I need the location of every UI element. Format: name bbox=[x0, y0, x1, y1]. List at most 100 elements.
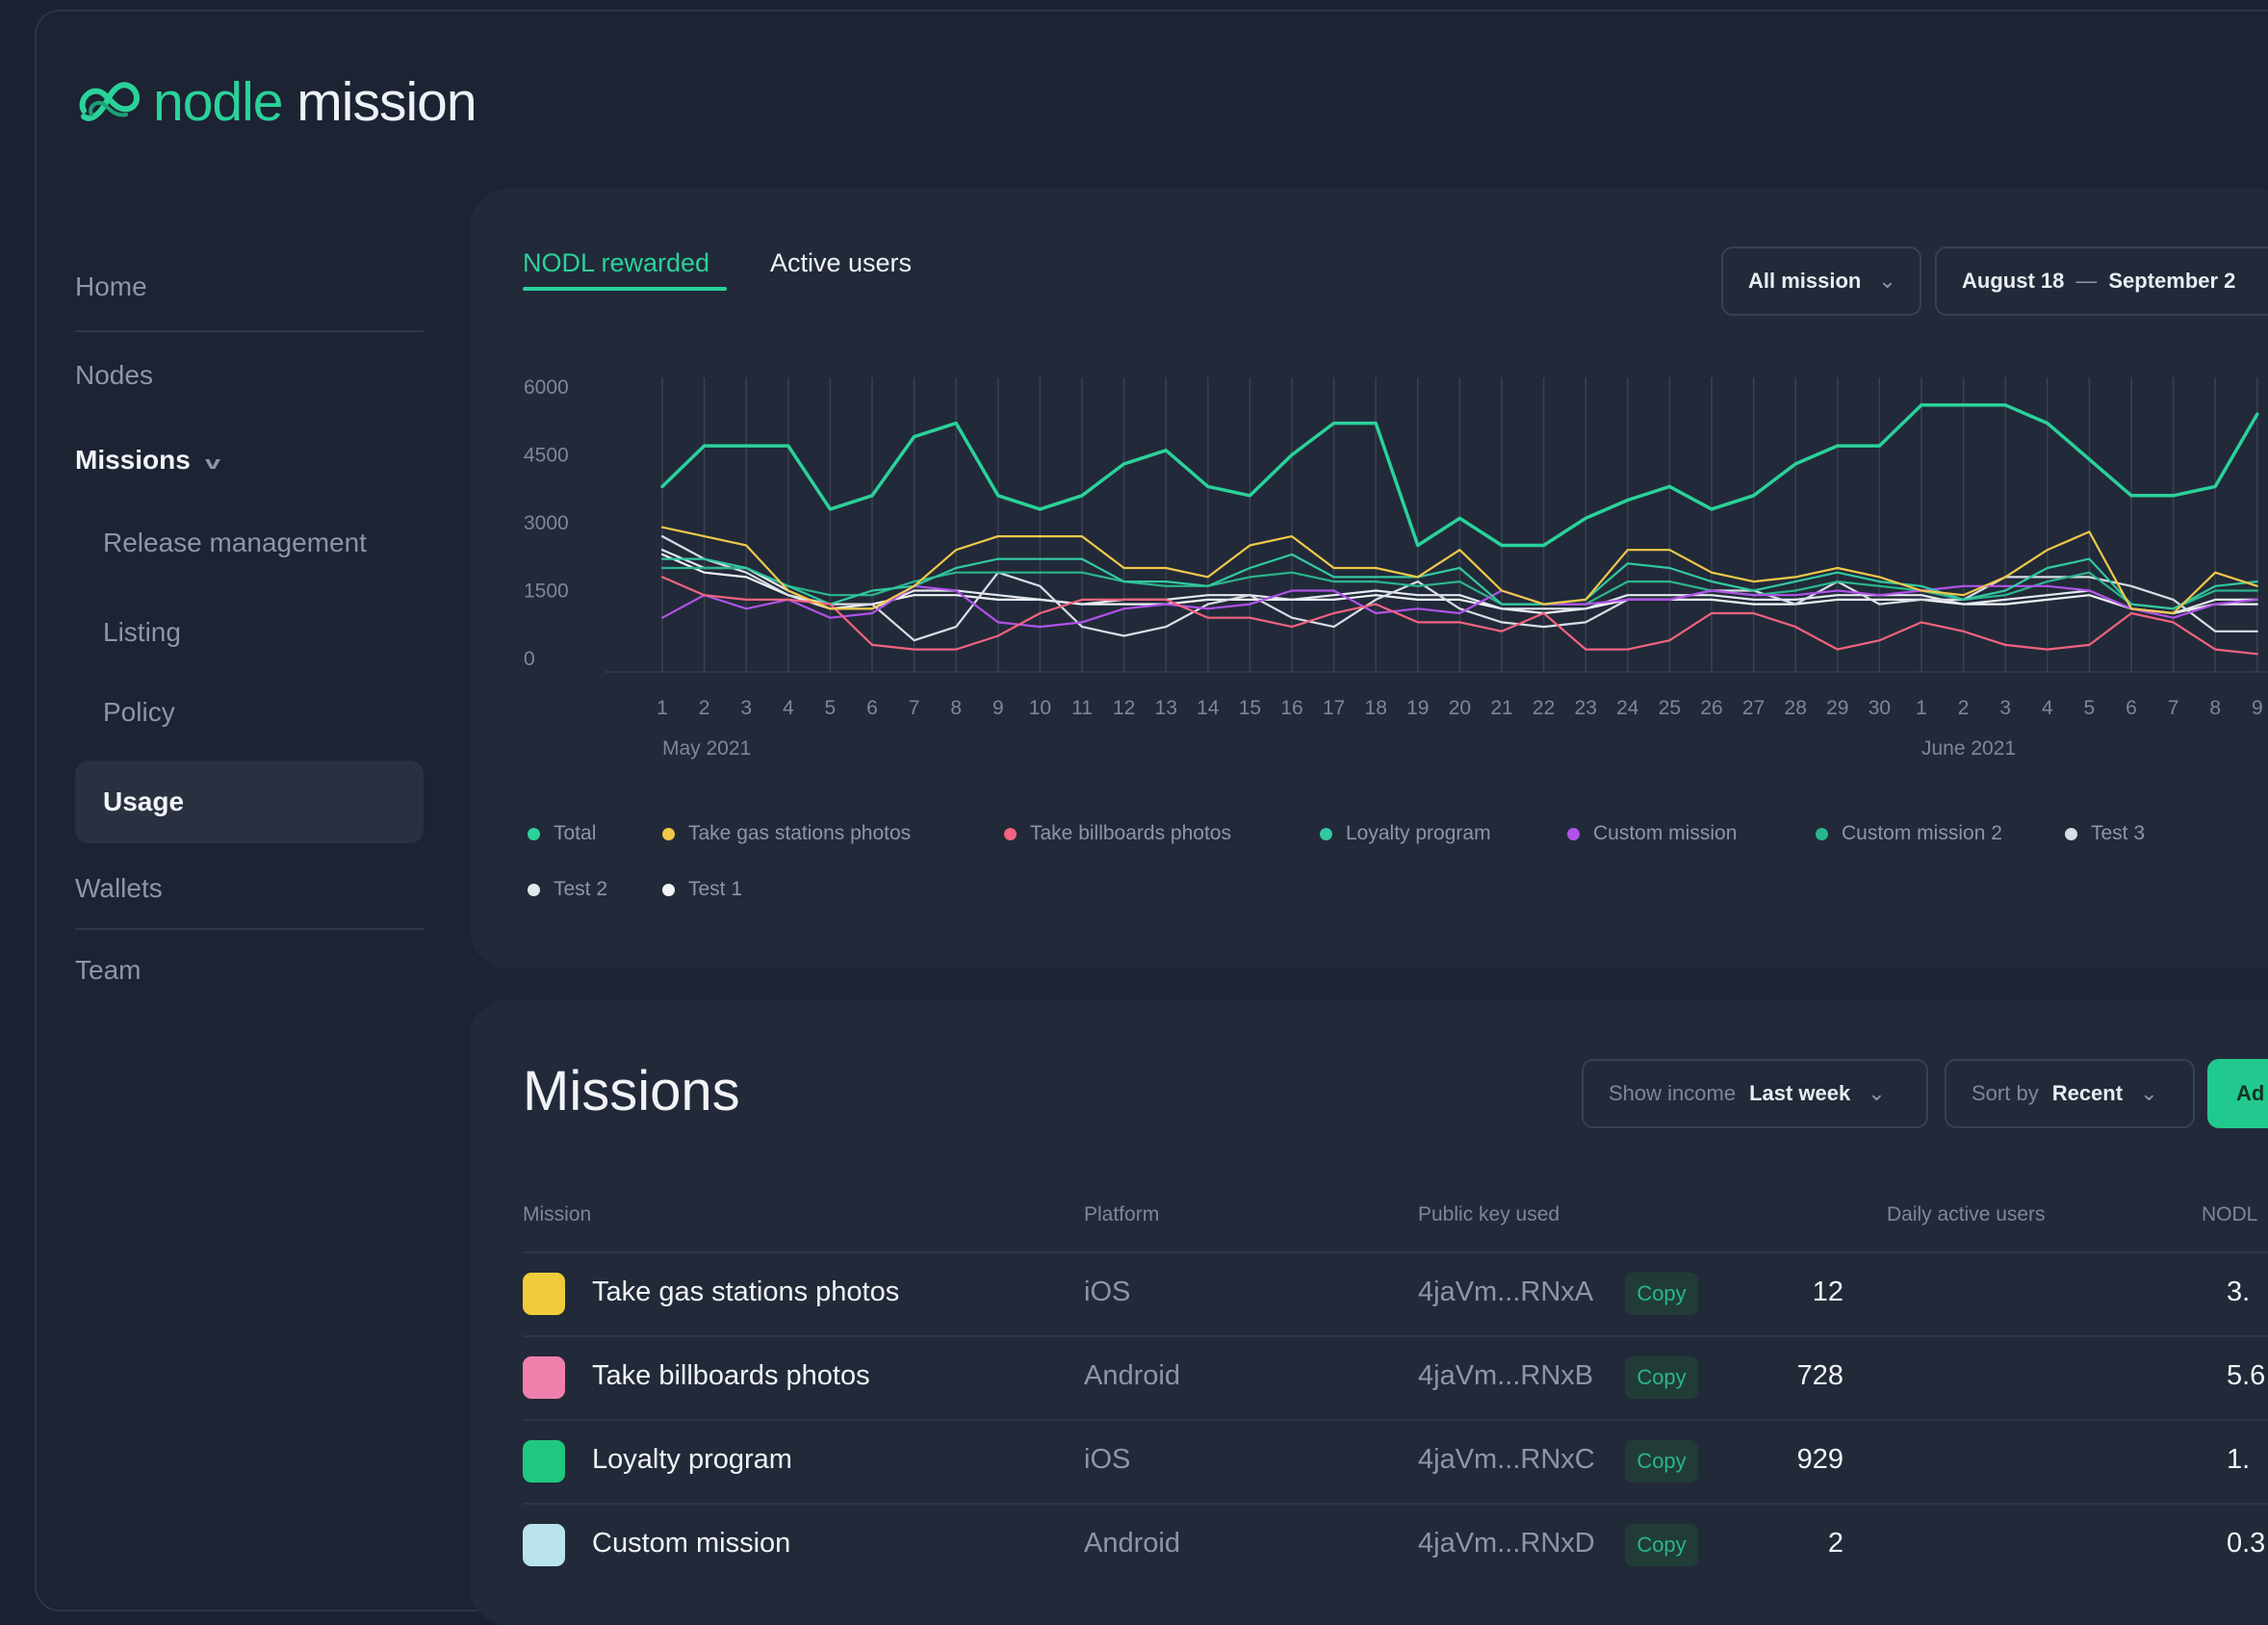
x-tick-label: 1 bbox=[1916, 697, 1927, 719]
x-tick-label: 2 bbox=[699, 697, 710, 719]
show-income-dropdown[interactable]: Show income Last week ⌄ bbox=[1582, 1059, 1928, 1128]
x-tick-label: 6 bbox=[866, 697, 878, 719]
y-tick-label: 4500 bbox=[524, 445, 569, 467]
copy-key-button[interactable]: Copy bbox=[1625, 1273, 1698, 1315]
legend-label: Test 1 bbox=[688, 878, 743, 900]
legend-label: Take gas stations photos bbox=[688, 822, 912, 844]
daily-active-users: 2 bbox=[1827, 1528, 1843, 1559]
x-tick-label: 27 bbox=[1742, 697, 1765, 719]
y-tick-label: 0 bbox=[524, 648, 535, 670]
column-header-daily-active-users[interactable]: Daily active users bbox=[1887, 1203, 2046, 1226]
legend-item[interactable]: Loyalty program bbox=[1320, 822, 1491, 845]
legend-label: Test 2 bbox=[554, 878, 608, 900]
legend-dot-icon bbox=[1004, 827, 1017, 840]
add-mission-button[interactable]: Ad bbox=[2207, 1059, 2268, 1128]
x-tick-label: 4 bbox=[783, 697, 794, 719]
daily-active-users: 728 bbox=[1796, 1360, 1843, 1391]
legend-item[interactable]: Test 1 bbox=[662, 878, 742, 901]
column-header-public-key[interactable]: Public key used bbox=[1418, 1203, 1559, 1226]
x-tick-label: 21 bbox=[1490, 697, 1512, 719]
legend-label: Total bbox=[554, 822, 597, 844]
sort-by-dropdown[interactable]: Sort by Recent ⌄ bbox=[1945, 1059, 2195, 1128]
sidebar-divider bbox=[75, 330, 424, 332]
platform: Android bbox=[1084, 1528, 1180, 1559]
sort-by-value: Recent bbox=[2051, 1081, 2124, 1105]
daily-active-users: 929 bbox=[1796, 1444, 1843, 1475]
legend-item[interactable]: Custom mission bbox=[1567, 822, 1737, 845]
copy-key-button[interactable]: Copy bbox=[1625, 1440, 1698, 1483]
sidebar-item-usage[interactable]: Usage bbox=[103, 787, 184, 817]
sidebar-item-team[interactable]: Team bbox=[75, 955, 141, 986]
x-tick-label: 4 bbox=[2042, 697, 2053, 719]
legend-dot-icon bbox=[1567, 827, 1580, 840]
y-tick-label: 6000 bbox=[524, 376, 569, 399]
x-tick-label: 7 bbox=[909, 697, 920, 719]
legend-item[interactable]: Total bbox=[528, 822, 596, 845]
legend-dot-icon bbox=[662, 827, 675, 840]
column-header-nodl[interactable]: NODL bbox=[2202, 1203, 2257, 1226]
x-tick-label: 29 bbox=[1826, 697, 1848, 719]
x-tick-label: 9 bbox=[992, 697, 1004, 719]
sidebar-item-release-management[interactable]: Release management bbox=[103, 528, 367, 558]
column-header-platform[interactable]: Platform bbox=[1084, 1203, 1159, 1226]
legend-item[interactable]: Take billboards photos bbox=[1004, 822, 1231, 845]
x-tick-label: 10 bbox=[1029, 697, 1051, 719]
legend-item[interactable]: Take gas stations photos bbox=[662, 822, 911, 845]
copy-key-button[interactable]: Copy bbox=[1625, 1524, 1698, 1566]
x-month-label: June 2021 bbox=[1921, 737, 2016, 760]
y-tick-label: 3000 bbox=[524, 512, 569, 534]
mission-icon bbox=[523, 1524, 565, 1566]
mission-icon bbox=[523, 1356, 565, 1399]
legend-item[interactable]: Test 2 bbox=[528, 878, 607, 901]
chevron-down-icon: ⌄ bbox=[2140, 1081, 2158, 1105]
table-row[interactable]: Custom mission Android 4jaVm...RNxD Copy 2 0.… bbox=[523, 1503, 2268, 1588]
platform: iOS bbox=[1084, 1444, 1131, 1475]
legend-item[interactable]: Custom mission 2 bbox=[1816, 822, 2002, 845]
nodl-value: 5.6 bbox=[2227, 1360, 2266, 1391]
column-header-mission[interactable]: Mission bbox=[523, 1203, 591, 1226]
mission-icon bbox=[523, 1440, 565, 1483]
table-row[interactable]: Loyalty program iOS 4jaVm...RNxC Copy 929 1. bbox=[523, 1419, 2268, 1505]
table-row[interactable]: Take billboards photos Android 4jaVm...RNx… bbox=[523, 1335, 2268, 1421]
nodle-infinity-icon bbox=[79, 82, 140, 121]
sidebar-item-policy[interactable]: Policy bbox=[103, 697, 175, 728]
sidebar-item-home[interactable]: Home bbox=[75, 271, 147, 302]
x-tick-label: 5 bbox=[2084, 697, 2096, 719]
sidebar-item-missions[interactable]: Missions v bbox=[75, 445, 220, 476]
logo[interactable]: nodle mission bbox=[74, 70, 477, 134]
x-tick-label: 24 bbox=[1616, 697, 1639, 719]
mission-name: Loyalty program bbox=[592, 1444, 792, 1475]
legend-label: Test 3 bbox=[2091, 822, 2146, 844]
public-key: 4jaVm...RNxA bbox=[1418, 1277, 1594, 1307]
x-tick-label: 30 bbox=[1869, 697, 1891, 719]
platform: Android bbox=[1084, 1360, 1180, 1391]
show-income-label: Show income bbox=[1609, 1081, 1737, 1105]
x-tick-label: 5 bbox=[825, 697, 837, 719]
x-tick-label: 1 bbox=[657, 697, 668, 719]
x-tick-label: 7 bbox=[2168, 697, 2179, 719]
legend-item[interactable]: Test 3 bbox=[2065, 822, 2145, 845]
legend-dot-icon bbox=[1816, 827, 1828, 840]
x-tick-label: 2 bbox=[1958, 697, 1970, 719]
sidebar-item-nodes[interactable]: Nodes bbox=[75, 360, 153, 391]
sidebar-item-wallets[interactable]: Wallets bbox=[75, 873, 163, 904]
x-tick-label: 17 bbox=[1323, 697, 1345, 719]
nodl-value: 0.3 bbox=[2227, 1528, 2266, 1559]
x-tick-label: 12 bbox=[1113, 697, 1135, 719]
table-row[interactable]: Take gas stations photos iOS 4jaVm...RNxA C… bbox=[523, 1251, 2268, 1337]
x-month-label: May 2021 bbox=[662, 737, 751, 760]
chevron-down-icon: ⌄ bbox=[1868, 1081, 1886, 1105]
sidebar-item-listing[interactable]: Listing bbox=[103, 617, 181, 648]
mission-name: Take gas stations photos bbox=[592, 1277, 900, 1307]
copy-key-button[interactable]: Copy bbox=[1625, 1356, 1698, 1399]
sidebar-item-label: Missions bbox=[75, 445, 191, 475]
x-tick-label: 19 bbox=[1406, 697, 1429, 719]
sort-by-label: Sort by bbox=[1972, 1081, 2039, 1105]
legend-label: Custom mission 2 bbox=[1842, 822, 2002, 844]
legend-dot-icon bbox=[528, 883, 540, 896]
x-tick-label: 22 bbox=[1533, 697, 1555, 719]
x-tick-label: 14 bbox=[1197, 697, 1220, 719]
y-tick-label: 1500 bbox=[524, 580, 569, 603]
legend-label: Custom mission bbox=[1593, 822, 1738, 844]
x-tick-label: 3 bbox=[740, 697, 752, 719]
